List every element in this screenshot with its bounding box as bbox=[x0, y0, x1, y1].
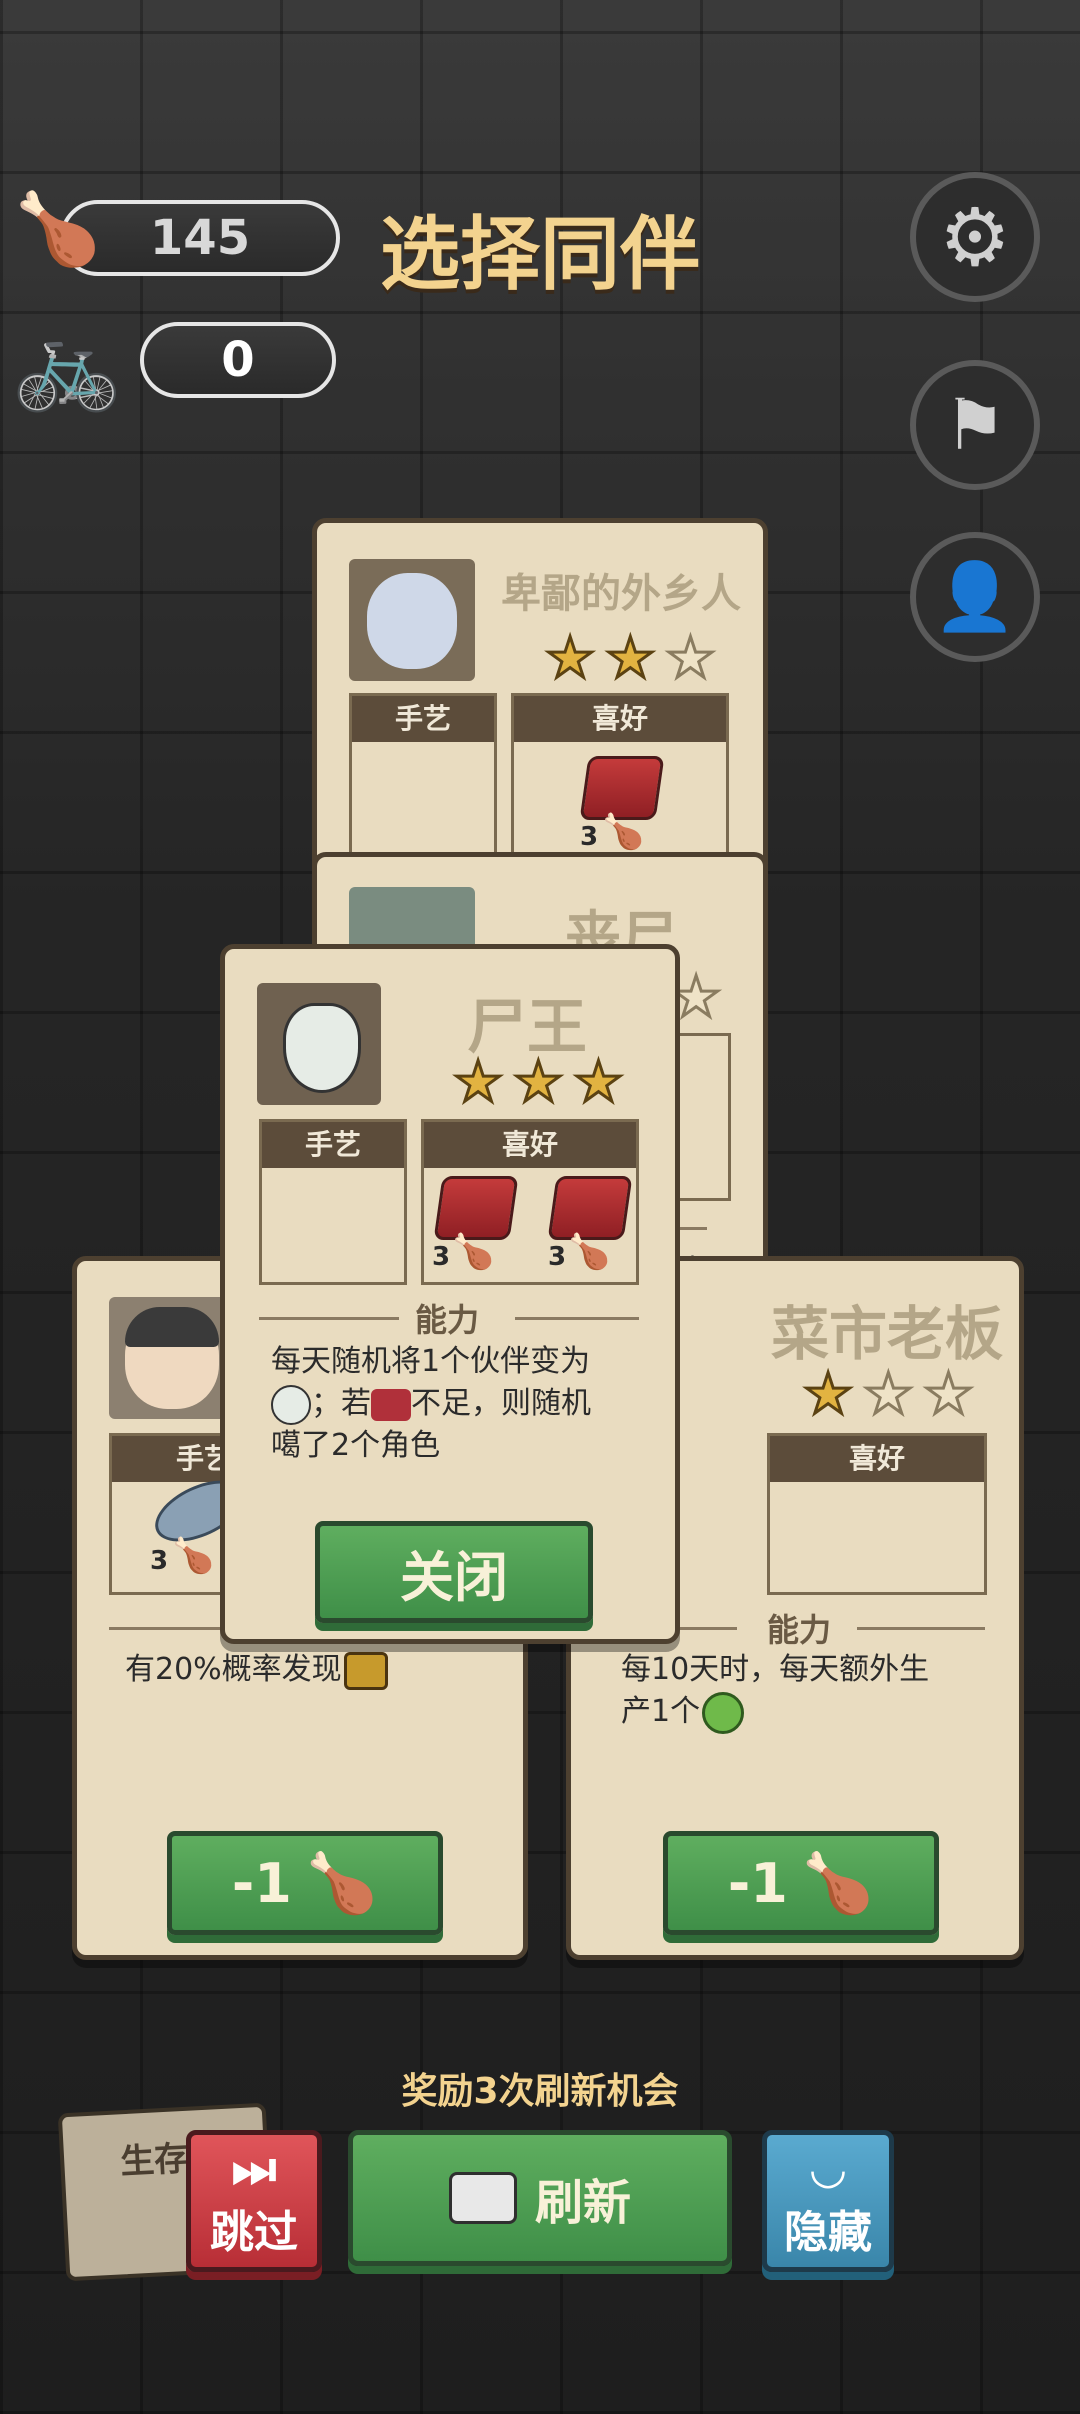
craft-header: 手艺 bbox=[262, 1122, 404, 1168]
ability-line-2: 产1个 bbox=[621, 1691, 745, 1734]
left-portrait bbox=[109, 1297, 235, 1419]
pref-count: 3 bbox=[580, 822, 599, 852]
star-icon: ★ bbox=[512, 1050, 565, 1115]
zombie-king-portrait bbox=[257, 983, 381, 1105]
reward-ribbon: 奖励3次刷新机会 bbox=[401, 2071, 679, 2112]
divider-left bbox=[259, 1317, 399, 1320]
craft-box: 手艺 bbox=[259, 1119, 407, 1285]
bike-count: 0 bbox=[221, 332, 255, 388]
skip-button[interactable]: ⏭ 跳过 bbox=[186, 2130, 322, 2272]
preference-header: 喜好 bbox=[514, 696, 726, 742]
star-icon: ★ bbox=[801, 1362, 854, 1427]
star-rating: ★ ★ ★ bbox=[543, 626, 717, 691]
meat-mini-icon bbox=[371, 1388, 411, 1421]
hire-button-right[interactable]: -1 🍗 bbox=[663, 1831, 939, 1935]
ability-line-1: 每10天时，每天额外生 bbox=[621, 1652, 930, 1687]
hire-button-left[interactable]: -1 🍗 bbox=[167, 1831, 443, 1935]
preference-box: 喜好 bbox=[767, 1433, 987, 1595]
star-icon: ★ bbox=[604, 626, 657, 691]
meat-icon bbox=[579, 756, 665, 820]
craft-count: 3 bbox=[150, 1546, 169, 1576]
ability-line-1: 每天随机将1个伙伴变为 bbox=[271, 1344, 591, 1379]
flag-icon: ⚑ bbox=[943, 384, 1007, 466]
drumstick-icon: 🍗 bbox=[305, 1848, 379, 1917]
preference-header: 喜好 bbox=[424, 1122, 636, 1168]
star-empty-icon: ★ bbox=[922, 1362, 975, 1427]
ability-label: 能力 bbox=[767, 1611, 832, 1649]
hair-icon bbox=[125, 1307, 219, 1347]
video-camera-icon bbox=[448, 2172, 517, 2224]
drumstick-icon: 🍗 bbox=[172, 1536, 215, 1576]
drumstick-icon: 🍗 bbox=[452, 1232, 495, 1272]
ability-text: 有20%概率发现 bbox=[125, 1649, 388, 1691]
ability-line-2: ；若 不足，则随机 bbox=[271, 1383, 591, 1425]
hide-button[interactable]: ◡ 隐藏 bbox=[762, 2130, 894, 2272]
companion-card-zombie-king[interactable]: 尸王 ★ ★ ★ 手艺 喜好 3 🍗 3 🍗 能力 每天随机将1个伙伴变为 ；若… bbox=[220, 944, 680, 1644]
meat-icon bbox=[547, 1176, 633, 1240]
divider-left bbox=[671, 1627, 737, 1630]
flag-button[interactable]: ⚑ bbox=[910, 360, 1040, 490]
drumstick-icon: 🍗 bbox=[801, 1848, 875, 1917]
companion-card-outsider[interactable]: 卑鄙的外乡人 ★ ★ ★ 手艺 喜好 3 🍗 bbox=[312, 518, 768, 883]
gear-icon: ⚙ bbox=[939, 190, 1011, 284]
star-empty-icon: ★ bbox=[862, 1362, 915, 1427]
bicycle-icon: 🚲 bbox=[12, 312, 122, 415]
bike-counter: 0 bbox=[140, 322, 336, 398]
star-rating: ★ ★ ★ bbox=[801, 1362, 975, 1427]
card-name: 菜市老板 bbox=[771, 1300, 1004, 1368]
outsider-portrait bbox=[349, 559, 475, 681]
star-rating: ★ ★ ★ bbox=[451, 1050, 625, 1115]
divider-right bbox=[857, 1627, 985, 1630]
cabbage-icon bbox=[702, 1691, 745, 1734]
star-icon: ★ bbox=[572, 1050, 625, 1115]
outsider-face-icon bbox=[367, 573, 457, 669]
treasure-chest-icon bbox=[343, 1651, 388, 1690]
preference-box: 喜好 3 🍗 3 🍗 bbox=[421, 1119, 639, 1285]
card-name: 卑鄙的外乡人 bbox=[501, 571, 741, 617]
pref-count-1: 3 bbox=[432, 1242, 451, 1272]
drumstick-icon: 🍗 bbox=[568, 1232, 611, 1272]
profile-search-icon: 👤 bbox=[933, 558, 1017, 635]
pref-count-2: 3 bbox=[548, 1242, 567, 1272]
zombie-king-mini-icon bbox=[271, 1384, 311, 1425]
ability-line-3: 噶了2个角色 bbox=[271, 1428, 441, 1463]
profile-search-button[interactable]: 👤 bbox=[910, 532, 1040, 662]
closed-eye-icon: ◡ bbox=[811, 2143, 845, 2194]
skip-icon: ⏭ bbox=[231, 2140, 277, 2198]
divider-right bbox=[515, 1317, 639, 1320]
zombie-king-face-icon bbox=[283, 1003, 361, 1093]
star-icon: ★ bbox=[451, 1050, 504, 1115]
settings-button[interactable]: ⚙ bbox=[910, 172, 1040, 302]
close-button[interactable]: 关闭 bbox=[315, 1521, 593, 1623]
preference-header: 喜好 bbox=[770, 1436, 984, 1482]
meat-icon bbox=[433, 1176, 519, 1240]
refresh-button[interactable]: 刷新 bbox=[348, 2130, 732, 2266]
star-empty-icon: ★ bbox=[664, 626, 717, 691]
drumstick-icon: 🍗 bbox=[602, 812, 645, 852]
ability-label: 能力 bbox=[415, 1301, 480, 1339]
star-icon: ★ bbox=[543, 626, 596, 691]
craft-header: 手艺 bbox=[352, 696, 494, 742]
